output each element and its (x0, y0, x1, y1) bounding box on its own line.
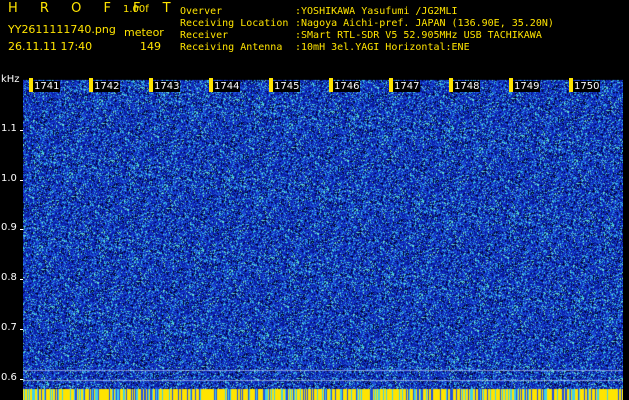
app-title: H R O F F T (8, 1, 180, 16)
y-tick-label: 0.6 (1, 372, 17, 383)
minute-label: 1747 (393, 81, 421, 92)
info-value-receiver: :SMart RTL-SDR V5 52.905MHz USB TACHIKAW… (295, 30, 542, 41)
minute-label: 1745 (273, 81, 301, 92)
y-tick-label: 0.7 (1, 322, 17, 333)
info-value-observer: :YOSHIKAWA Yasufumi /JG2MLI (295, 6, 458, 17)
y-axis-unit: kHz (1, 74, 20, 85)
mode-label: meteor (124, 26, 164, 39)
minute-label: 1743 (153, 81, 181, 92)
version-label: 1.00f (123, 4, 149, 15)
minute-label: 1748 (453, 81, 481, 92)
count-label: 149 (140, 40, 161, 53)
datetime-label: 26.11.11 17:40 (8, 40, 93, 53)
y-tick-label: 1.1 (1, 123, 17, 134)
info-label-observer: Overver (180, 6, 223, 17)
y-tick-label: 0.9 (1, 222, 17, 233)
info-label-receiver: Receiver (180, 30, 229, 41)
minute-label: 1750 (573, 81, 601, 92)
spectrogram-noise (23, 78, 623, 400)
y-tick-label: 0.8 (1, 272, 17, 283)
y-tick-label: 1.0 (1, 173, 17, 184)
minute-label: 1746 (333, 81, 361, 92)
minute-label: 1744 (213, 81, 241, 92)
info-label-antenna: Receiving Antenna (180, 42, 283, 53)
minute-label: 1749 (513, 81, 541, 92)
info-value-antenna: :10mH 3el.YAGI Horizontal:ENE (295, 42, 470, 53)
minute-label: 1741 (33, 81, 61, 92)
info-label-location: Receiving Location (180, 18, 289, 29)
hroft-spectrogram-window: H R O F F T 1.00f YY2611111740.png meteo… (0, 0, 629, 400)
info-value-location: :Nagoya Aichi-pref. JAPAN (136.90E, 35.2… (295, 18, 554, 29)
minute-label: 1742 (93, 81, 121, 92)
filename-label: YY2611111740.png (8, 23, 116, 36)
spectrogram-plot: 1741 1742 1743 1744 1745 1746 1747 1748 1749 1750 (23, 78, 623, 400)
